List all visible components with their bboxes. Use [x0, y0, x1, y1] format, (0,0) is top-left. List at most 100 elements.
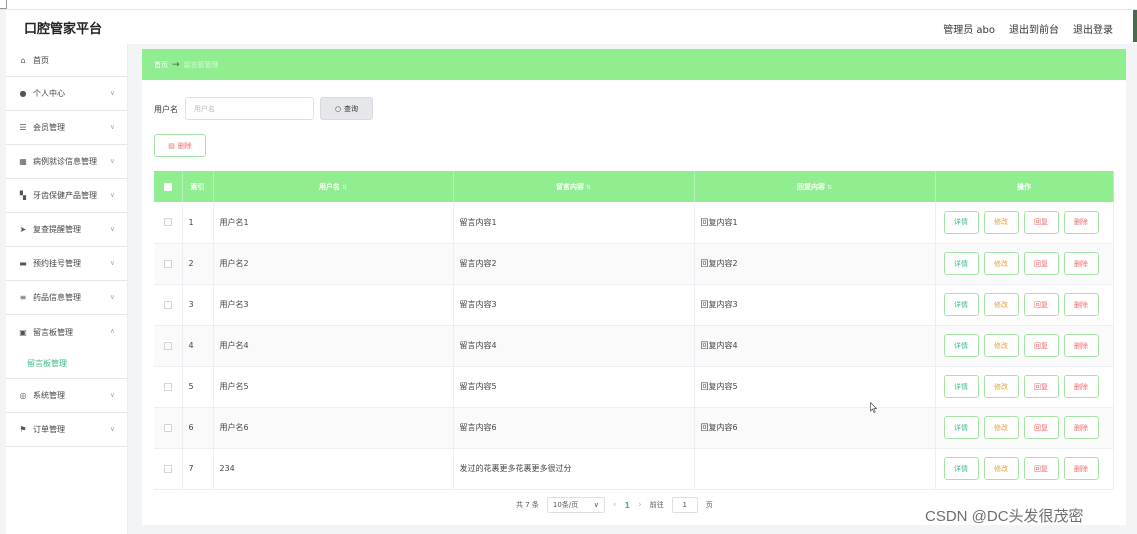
- row-ops: 详情 修改 回复 删除: [942, 375, 1113, 398]
- header-username-label: 用户名: [318, 182, 340, 191]
- printer-icon: ▬: [19, 259, 27, 268]
- delete-button[interactable]: 删除: [1063, 375, 1099, 398]
- reply-button[interactable]: 回复: [1023, 457, 1059, 480]
- detail-button[interactable]: 详情: [943, 416, 979, 439]
- edit-button[interactable]: 修改: [983, 293, 1019, 316]
- mouse-cursor-icon: [870, 402, 877, 413]
- detail-button[interactable]: 详情: [943, 375, 979, 398]
- cell-index: 4: [182, 325, 214, 367]
- message-table: 索引 用户名 ⇅ 留言内容 ⇅ 回复内容 ⇅ 操作 1 用户名1 留言内容1 回复内容1 详情…: [154, 171, 1114, 490]
- sidebar-item-home[interactable]: ⌂ 首页: [6, 44, 127, 77]
- header-username[interactable]: 用户名 ⇅: [213, 171, 454, 202]
- page-size-select[interactable]: 10条/页 ∨: [546, 497, 605, 513]
- sidebar-item-message-board[interactable]: ▣ 留言板管理 ∧: [6, 315, 127, 349]
- reply-button[interactable]: 回复: [1023, 210, 1059, 234]
- detail-button[interactable]: 详情: [943, 210, 979, 234]
- reply-button[interactable]: 回复: [1023, 416, 1059, 439]
- row-select-cell[interactable]: [154, 448, 183, 490]
- select-all-checkbox[interactable]: [163, 182, 172, 191]
- sidebar-item-label: 药品信息管理: [33, 293, 81, 302]
- reply-button[interactable]: 回复: [1023, 375, 1059, 398]
- sidebar-item-recheck-reminder[interactable]: ➤ 复查提醒管理 ∨: [6, 213, 127, 247]
- detail-button[interactable]: 详情: [943, 457, 979, 480]
- sort-icon[interactable]: ⇅: [342, 184, 347, 191]
- reply-button[interactable]: 回复: [1023, 293, 1059, 316]
- sidebar-item-personal-center[interactable]: ● 个人中心 ∨: [6, 77, 127, 111]
- detail-button[interactable]: 详情: [943, 252, 979, 275]
- select-all-header[interactable]: [154, 171, 183, 202]
- delete-button[interactable]: 删除: [1063, 252, 1099, 275]
- sidebar-item-orders[interactable]: ⚑ 订单管理 ∨: [6, 413, 127, 447]
- row-select-cell[interactable]: [154, 325, 183, 367]
- row-select-cell[interactable]: [154, 243, 183, 285]
- header-reply[interactable]: 回复内容 ⇅: [694, 171, 936, 202]
- row-checkbox[interactable]: [163, 218, 172, 227]
- row-checkbox[interactable]: [163, 259, 172, 268]
- row-checkbox[interactable]: [163, 341, 172, 350]
- search-input[interactable]: 用户名: [185, 97, 314, 120]
- row-ops: 详情 修改 回复 删除: [942, 457, 1113, 480]
- row-select-cell[interactable]: [154, 366, 183, 408]
- edit-button[interactable]: 修改: [983, 210, 1019, 234]
- reply-button[interactable]: 回复: [1023, 334, 1059, 357]
- table-row: 4 用户名4 留言内容4 回复内容4 详情 修改 回复 删除: [154, 325, 1114, 367]
- cell-reply: 回复内容3: [694, 284, 936, 326]
- cell-username: 用户名3: [213, 284, 454, 326]
- chevron-down-icon: ∨: [109, 391, 115, 399]
- detail-button[interactable]: 详情: [943, 293, 979, 316]
- edit-button[interactable]: 修改: [983, 416, 1019, 439]
- pagination: 共 7 条 10条/页 ∨ ‹ 1 › 前往 1 页: [516, 497, 713, 513]
- logout-link[interactable]: 退出登录: [1073, 21, 1113, 36]
- row-checkbox[interactable]: [163, 382, 172, 391]
- delete-button[interactable]: 删除: [1063, 416, 1099, 439]
- exit-to-front-link[interactable]: 退出到前台: [1009, 21, 1059, 36]
- prev-page-icon[interactable]: ‹: [613, 500, 617, 510]
- sidebar-item-label: 复查提醒管理: [33, 225, 81, 234]
- breadcrumb-home[interactable]: 首页: [154, 60, 168, 70]
- window-edge-bar: [1133, 10, 1137, 42]
- goto-page-input[interactable]: 1: [671, 497, 698, 513]
- delete-button[interactable]: 删除: [1063, 457, 1099, 480]
- sidebar-item-label: 病例就诊信息管理: [33, 157, 97, 166]
- sidebar-item-case-visit[interactable]: ▦ 病例就诊信息管理 ∨: [6, 145, 127, 179]
- sidebar-item-medicine[interactable]: ≡ 药品信息管理 ∨: [6, 281, 127, 315]
- edit-button[interactable]: 修改: [983, 375, 1019, 398]
- sliders-icon: ☰: [19, 123, 27, 132]
- row-ops: 详情 修改 回复 删除: [942, 334, 1113, 357]
- sidebar-item-appointment[interactable]: ▬ 预约挂号管理 ∨: [6, 247, 127, 281]
- cell-username: 用户名1: [213, 202, 454, 244]
- edit-button[interactable]: 修改: [983, 457, 1019, 480]
- row-checkbox[interactable]: [163, 300, 172, 309]
- row-checkbox[interactable]: [163, 464, 172, 473]
- edit-button[interactable]: 修改: [983, 252, 1019, 275]
- delete-button[interactable]: 删除: [1063, 293, 1099, 316]
- row-ops: 详情 修改 回复 删除: [942, 416, 1113, 439]
- batch-delete-button[interactable]: ▤ 删除: [154, 134, 206, 157]
- search-button[interactable]: ○ 查询: [320, 97, 373, 120]
- reply-button[interactable]: 回复: [1023, 252, 1059, 275]
- sort-icon[interactable]: ⇅: [827, 184, 832, 191]
- delete-button[interactable]: 删除: [1063, 210, 1099, 234]
- edit-button[interactable]: 修改: [983, 334, 1019, 357]
- sidebar-item-member[interactable]: ☰ 会员管理 ∨: [6, 111, 127, 145]
- sidebar-item-system[interactable]: ◎ 系统管理 ∨: [6, 379, 127, 413]
- sidebar-item-label: 系统管理: [33, 391, 65, 400]
- cell-username: 用户名6: [213, 407, 454, 449]
- delete-button[interactable]: 删除: [1063, 334, 1099, 357]
- row-select-cell[interactable]: [154, 407, 183, 449]
- sort-icon[interactable]: ⇅: [586, 184, 591, 191]
- cell-index: 5: [182, 366, 214, 408]
- header-message[interactable]: 留言内容 ⇅: [453, 171, 695, 202]
- next-page-icon[interactable]: ›: [638, 500, 642, 510]
- top-header: 口腔管家平台 管理员 abo 退出到前台 退出登录: [6, 10, 1137, 44]
- detail-button[interactable]: 详情: [943, 334, 979, 357]
- cell-index: 1: [182, 202, 214, 244]
- header-actions: 管理员 abo 退出到前台 退出登录: [943, 21, 1113, 36]
- row-checkbox[interactable]: [163, 423, 172, 432]
- row-select-cell[interactable]: [154, 202, 183, 244]
- page-number-current[interactable]: 1: [625, 501, 631, 510]
- row-select-cell[interactable]: [154, 284, 183, 326]
- submenu-item-message-board[interactable]: 留言板管理: [6, 349, 127, 379]
- window-top-strip: [0, 0, 1137, 10]
- sidebar-item-dental-products[interactable]: ▚ 牙齿保健产品管理 ∨: [6, 179, 127, 213]
